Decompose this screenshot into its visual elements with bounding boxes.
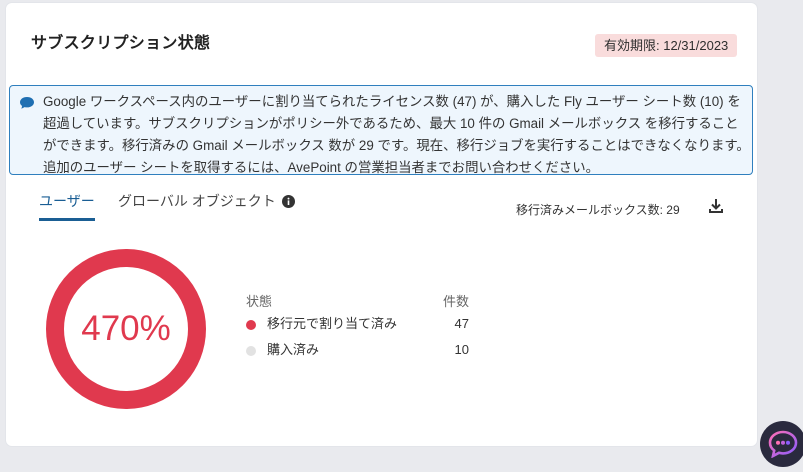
chat-bubble-icon: [20, 97, 34, 109]
legend-label-purchased: 購入済み: [267, 342, 320, 357]
legend-header: 状態 件数: [246, 291, 476, 311]
legend-count-assigned: 47: [454, 316, 469, 331]
tab-users[interactable]: ユーザー: [39, 191, 95, 221]
legend-row-purchased: 購入済み 10: [246, 337, 476, 363]
info-banner-text: Google ワークスペース内のユーザーに割り当てられたライセンス数 (47) …: [43, 94, 750, 175]
legend-dot-assigned: [246, 320, 256, 330]
download-icon[interactable]: [709, 198, 723, 214]
tab-global-objects[interactable]: グローバル オブジェクト: [118, 191, 295, 211]
legend-count-purchased: 10: [454, 342, 469, 357]
tab-global-objects-label: グローバル オブジェクト: [118, 193, 276, 209]
card-title: サブスクリプション状態: [31, 35, 211, 52]
legend-dot-purchased: [246, 346, 256, 356]
chat-assistant-icon: [768, 430, 798, 458]
tab-users-label: ユーザー: [39, 193, 95, 209]
expiry-badge: 有効期限: 12/31/2023: [595, 34, 738, 57]
usage-percent-label: 470%: [81, 309, 171, 348]
subscription-status-card: サブスクリプション状態 有効期限: 12/31/2023 Google ワークス…: [6, 3, 757, 446]
legend-label-assigned: 移行元で割り当て済み: [267, 316, 398, 331]
chat-assistant-button[interactable]: [760, 421, 803, 467]
migrated-mailboxes-count: 移行済みメールボックス数: 29: [516, 203, 680, 217]
info-circle-icon[interactable]: [281, 195, 295, 208]
legend-header-count: 件数: [442, 294, 469, 309]
legend-row-assigned: 移行元で割り当て済み 47: [246, 311, 476, 337]
page: サブスクリプション状態 有効期限: 12/31/2023 Google ワークス…: [0, 0, 803, 472]
usage-legend: 状態 件数 移行元で割り当て済み 47 購入済み 10: [246, 291, 476, 363]
info-banner: Google ワークスペース内のユーザーに割り当てられたライセンス数 (47) …: [9, 85, 753, 175]
legend-header-status: 状態: [246, 294, 273, 309]
